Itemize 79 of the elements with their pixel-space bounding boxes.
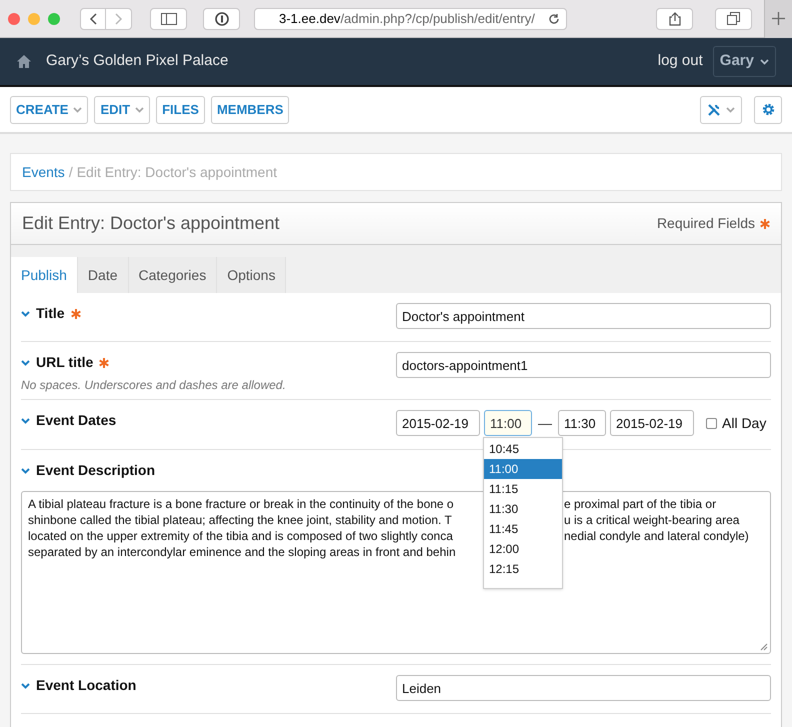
logout-link[interactable]: log out: [658, 50, 703, 73]
tabs-icon: [727, 12, 740, 25]
all-day-checkbox[interactable]: All Day: [706, 412, 766, 434]
home-icon: [16, 54, 32, 69]
time-input[interactable]: 11:30: [558, 410, 606, 436]
site-name[interactable]: Gary’s Golden Pixel Palace: [46, 50, 228, 73]
collapse-icon: [21, 360, 30, 366]
chevron-right-icon: [114, 12, 122, 24]
nav-button[interactable]: EDIT: [94, 96, 150, 124]
reload-icon: [548, 12, 560, 24]
date-input[interactable]: 2015-02-19: [610, 410, 694, 436]
time-option[interactable]: 11:15: [484, 479, 562, 499]
breadcrumb-link[interactable]: Events: [22, 162, 65, 182]
share-icon: [668, 12, 680, 26]
asterisk-icon: [760, 218, 770, 228]
time-option[interactable]: 10:45: [484, 439, 562, 459]
collapse-icon: [21, 468, 30, 474]
share-button[interactable]: [656, 8, 693, 30]
back-button[interactable]: [80, 8, 106, 30]
text-input[interactable]: Leiden: [396, 675, 771, 701]
info-icon: [214, 12, 228, 26]
panel-title: Edit Entry: Doctor's appointment: [22, 212, 280, 235]
field-label: URL title: [36, 353, 94, 372]
caret-icon: [726, 106, 735, 112]
breadcrumb-separator: /: [68, 162, 73, 182]
required-fields-note: Required Fields: [656, 214, 755, 233]
text-line: nedial condyle and lateral condyle): [564, 528, 749, 544]
resize-handle-icon: [760, 643, 768, 651]
time-option[interactable]: 11:00: [484, 459, 562, 479]
settings-button[interactable]: [754, 96, 782, 124]
text-line: e proximal part of the tibia or: [564, 496, 716, 512]
sidebar-icon: [160, 12, 176, 24]
field-label: Event Dates: [36, 411, 116, 430]
required-icon: [99, 358, 110, 368]
text-line: A tibial plateau fracture is a bone fracture or break in the continuity of the bone o: [28, 496, 455, 512]
collapse-icon: [21, 682, 30, 688]
field-note: No spaces. Underscores and dashes are allowed.: [21, 377, 287, 394]
window-control-icon[interactable]: [8, 12, 20, 24]
user-menu-button[interactable]: Gary: [712, 46, 776, 77]
chevron-left-icon: [89, 12, 97, 24]
new-tab-button[interactable]: [764, 0, 792, 38]
time-option[interactable]: 12:15: [484, 559, 562, 579]
field-label: Title: [36, 304, 65, 323]
tabs-button[interactable]: [715, 8, 752, 30]
text-line: shinbone called the tibial plateau; affecting the knee joint, stability and motion. T: [28, 512, 453, 528]
caret-icon: [135, 106, 144, 112]
caret-icon: [73, 106, 82, 112]
tab[interactable]: Date: [78, 257, 128, 293]
tab[interactable]: Options: [217, 257, 286, 293]
date-input[interactable]: 2015-02-19: [396, 410, 480, 436]
field-label: Event Location: [36, 676, 136, 695]
time-input[interactable]: 11:00: [484, 410, 532, 436]
text-input[interactable]: doctors-appointment1: [396, 352, 771, 378]
collapse-icon: [21, 418, 30, 424]
address-bar[interactable]: 3-1.ee.dev/admin.php?/cp/publish/edit/entry/: [254, 8, 567, 30]
nav-button[interactable]: FILES: [156, 96, 205, 124]
tools-button[interactable]: [700, 96, 742, 124]
time-option[interactable]: 11:45: [484, 519, 562, 539]
wrench-icon: [707, 102, 721, 116]
text-input[interactable]: Doctor's appointment: [396, 303, 771, 329]
tab[interactable]: Publish: [11, 257, 78, 293]
time-option[interactable]: 11:30: [484, 499, 562, 519]
nav-button[interactable]: MEMBERS: [210, 96, 290, 124]
settings-icon: [762, 103, 774, 116]
tab[interactable]: Categories: [128, 257, 218, 293]
required-icon: [70, 308, 81, 318]
privacy-button[interactable]: [203, 8, 240, 30]
time-option[interactable]: 12:00: [484, 539, 562, 559]
text-line: u is a critical weight-bearing area: [564, 512, 740, 528]
plus-icon: [772, 12, 785, 25]
sidebar-button[interactable]: [150, 8, 187, 30]
text-line: separated by an intercondylar eminence and the sloping areas in front and behin: [28, 544, 457, 560]
collapse-icon: [21, 310, 30, 316]
breadcrumb-current: Edit Entry: Doctor's appointment: [76, 162, 278, 182]
text-line: located on the upper extremity of the tibia and is composed of two slightly conca: [28, 528, 454, 544]
caret-icon: [760, 58, 769, 64]
range-separator: —: [537, 414, 553, 432]
nav-button[interactable]: CREATE: [10, 96, 88, 124]
field-label: Event Description: [36, 461, 156, 480]
